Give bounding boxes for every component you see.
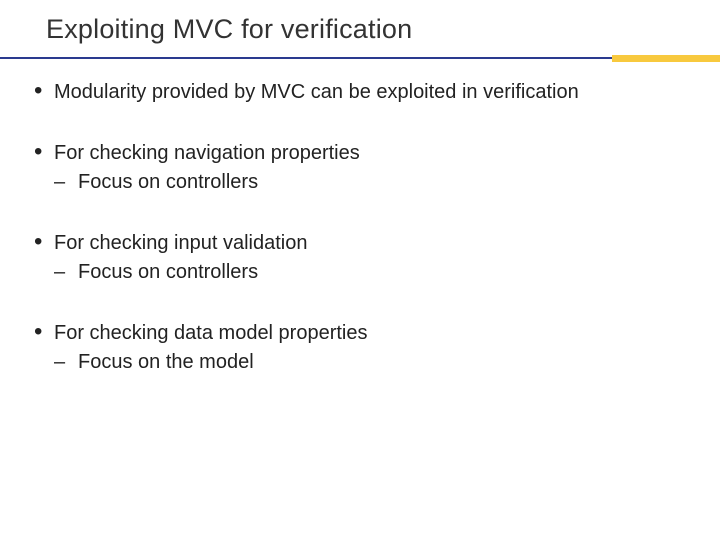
- bullet-list: Modularity provided by MVC can be exploi…: [34, 81, 686, 374]
- sub-item: Focus on controllers: [54, 171, 686, 194]
- title-wrap: Exploiting MVC for verification: [0, 0, 720, 45]
- bullet-text: For checking input validation: [54, 232, 307, 254]
- sub-item: Focus on controllers: [54, 261, 686, 284]
- bullet-text: For checking data model properties: [54, 322, 368, 344]
- sub-text: Focus on the model: [78, 351, 254, 373]
- bullet-text: Modularity provided by MVC can be exploi…: [54, 81, 579, 103]
- bullet-text: For checking navigation properties: [54, 142, 360, 164]
- slide: Exploiting MVC for verification Modulari…: [0, 0, 720, 540]
- sub-text: Focus on controllers: [78, 171, 258, 193]
- bullet-item: For checking navigation properties Focus…: [34, 142, 686, 194]
- sub-list: Focus on controllers: [54, 171, 686, 194]
- rule-yellow-accent: [612, 55, 720, 62]
- sub-list: Focus on controllers: [54, 261, 686, 284]
- sub-list: Focus on the model: [54, 351, 686, 374]
- bullet-item: For checking data model properties Focus…: [34, 322, 686, 374]
- bullet-item: For checking input validation Focus on c…: [34, 232, 686, 284]
- content-area: Modularity provided by MVC can be exploi…: [0, 55, 720, 374]
- sub-item: Focus on the model: [54, 351, 686, 374]
- bullet-item: Modularity provided by MVC can be exploi…: [34, 81, 686, 104]
- sub-text: Focus on controllers: [78, 261, 258, 283]
- slide-title: Exploiting MVC for verification: [46, 14, 720, 45]
